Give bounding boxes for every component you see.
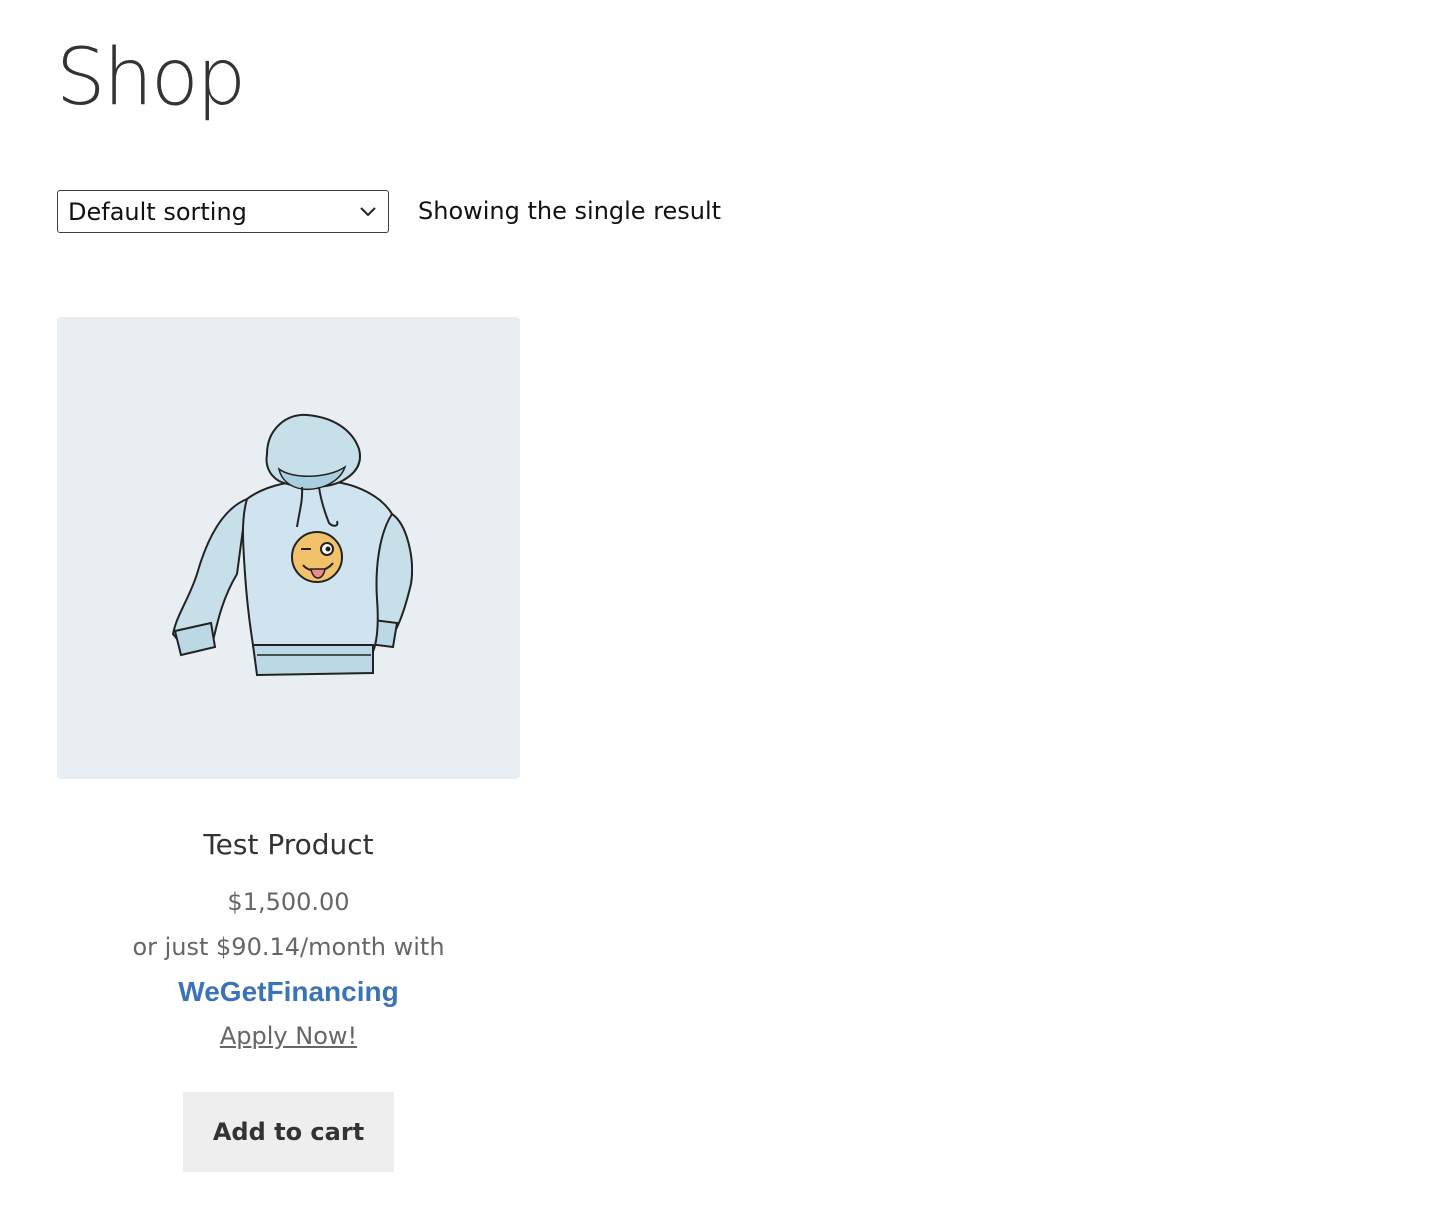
product-image[interactable]	[57, 317, 520, 779]
sort-selected-value: Default sorting	[68, 197, 247, 226]
product-price: $1,500.00	[227, 888, 350, 916]
result-count: Showing the single result	[418, 197, 722, 225]
sort-select[interactable]: Default sorting	[57, 190, 389, 233]
financing-brand-logo: WeGetFinancing	[178, 976, 399, 1007]
product-title[interactable]: Test Product	[57, 825, 520, 865]
apply-now-link[interactable]: Apply Now!	[57, 1019, 520, 1053]
chevron-down-icon	[358, 202, 378, 222]
page-title: Shop	[56, 33, 246, 123]
financing-text: or just $90.14/month with	[132, 933, 445, 961]
product-card: Test Product $1,500.00 or just $90.14/mo…	[57, 317, 520, 1172]
hoodie-illustration-icon	[171, 413, 413, 677]
add-to-cart-button[interactable]: Add to cart	[183, 1092, 394, 1172]
